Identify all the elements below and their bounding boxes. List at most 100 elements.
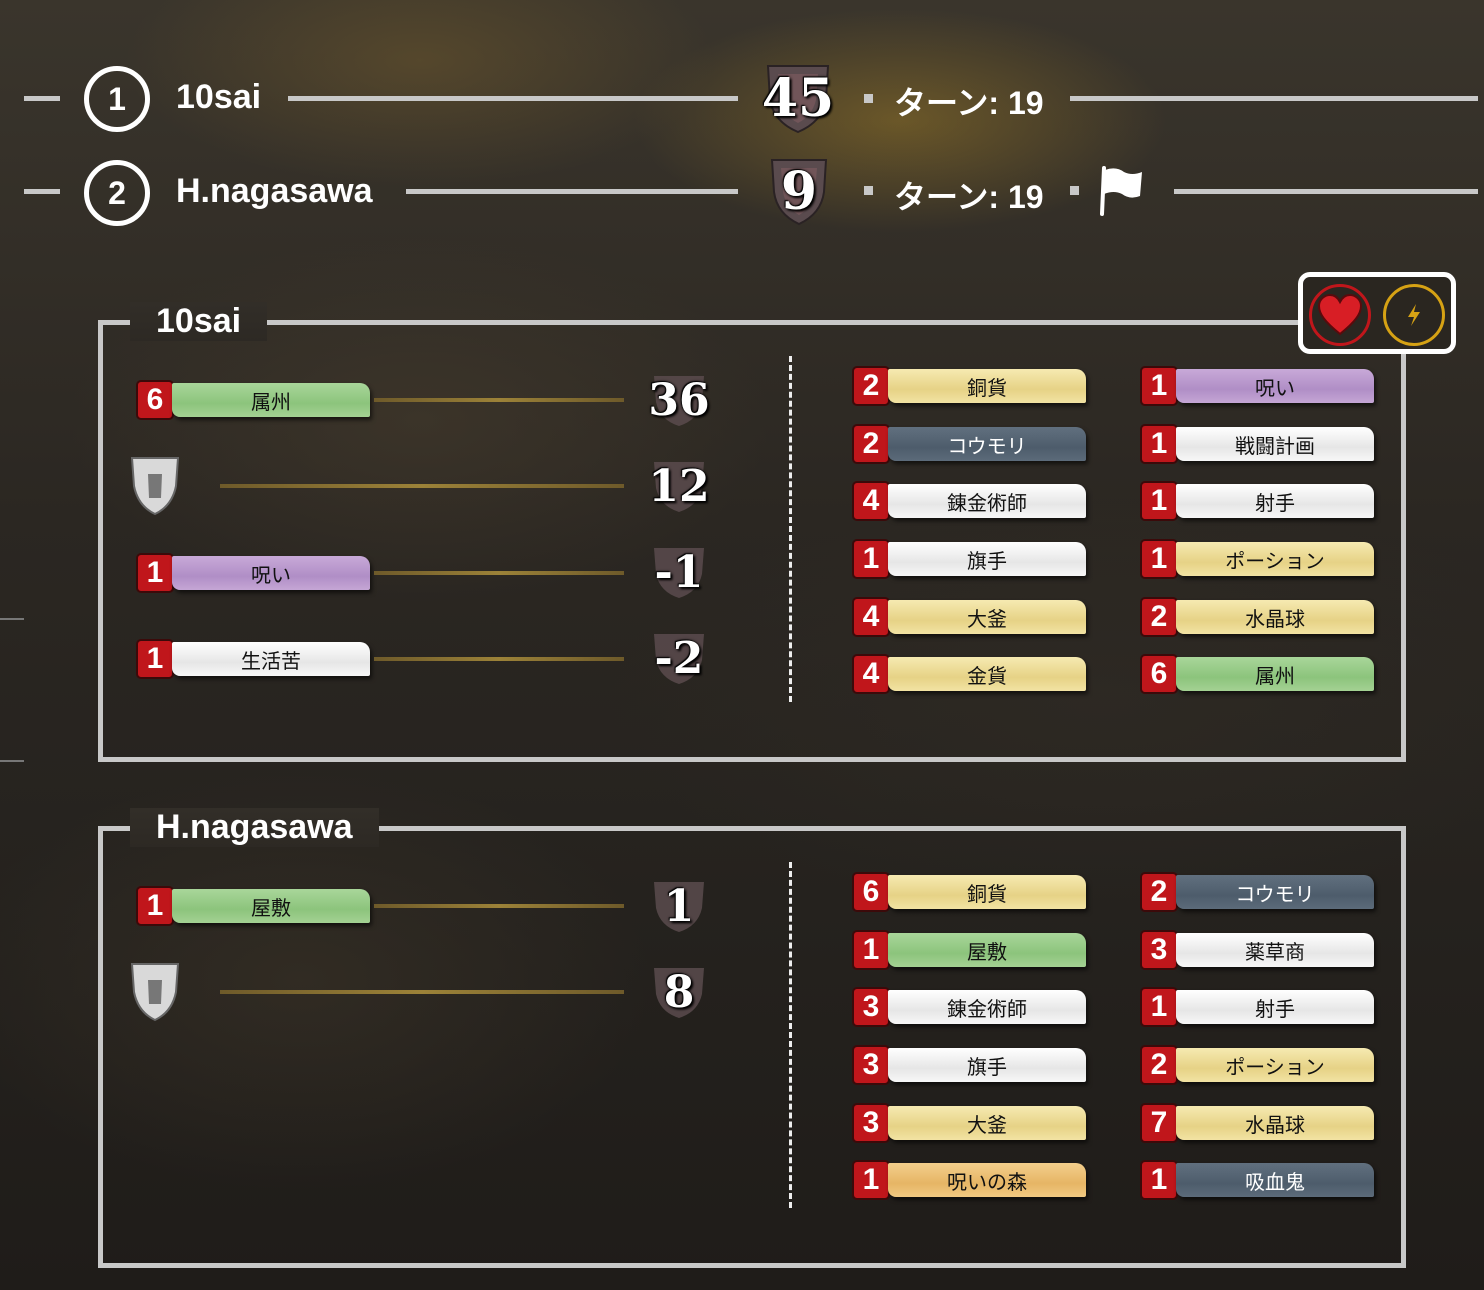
card-name: 旗手 xyxy=(888,1048,1086,1082)
card-name: 大釜 xyxy=(888,1106,1086,1140)
card-count: 1 xyxy=(1140,987,1178,1027)
card-chip: 2 コウモリ xyxy=(852,424,1088,464)
card-chip: 3 大釜 xyxy=(852,1103,1088,1143)
edge-tick xyxy=(0,760,24,762)
victory-point-shield-icon xyxy=(128,454,182,518)
player-name: H.nagasawa xyxy=(176,172,373,210)
white-flag-icon xyxy=(1100,166,1146,216)
card-name: 吸血鬼 xyxy=(1176,1163,1374,1197)
card-count: 7 xyxy=(1140,1103,1178,1143)
breakdown-line xyxy=(374,657,624,661)
panel-divider xyxy=(789,356,792,702)
card-chip: 1 ポーション xyxy=(1140,539,1376,579)
points-value: 8 xyxy=(663,966,695,1018)
card-chip: 6 属州 xyxy=(136,380,372,420)
rank-badge: 2 xyxy=(84,160,150,226)
card-chip: 2 ポーション xyxy=(1140,1045,1376,1085)
card-count: 1 xyxy=(1140,366,1178,406)
row-line xyxy=(24,96,60,101)
card-chip: 1 屋敷 xyxy=(136,886,372,926)
points-value: 1 xyxy=(663,880,695,932)
lightning-icon xyxy=(1408,304,1420,326)
breakdown-line xyxy=(220,484,624,488)
card-name: 錬金術師 xyxy=(888,990,1086,1024)
card-count: 1 xyxy=(136,639,174,679)
points-shield: 1 xyxy=(646,876,712,936)
card-chip: 1 旗手 xyxy=(852,539,1088,579)
card-chip: 1 射手 xyxy=(1140,481,1376,521)
breakdown-line xyxy=(374,571,624,575)
card-chip: 4 大釜 xyxy=(852,597,1088,637)
card-chip: 1 呪いの森 xyxy=(852,1160,1088,1200)
card-name: 属州 xyxy=(1176,657,1374,691)
card-name: 旗手 xyxy=(888,542,1086,576)
score-value: 9 xyxy=(780,160,818,222)
heart-toggle-button[interactable] xyxy=(1309,284,1371,346)
card-count: 3 xyxy=(852,987,890,1027)
row-line xyxy=(288,96,738,101)
card-count: 6 xyxy=(1140,654,1178,694)
panel-divider xyxy=(789,862,792,1208)
card-chip: 6 属州 xyxy=(1140,654,1376,694)
card-name: 金貨 xyxy=(888,657,1086,691)
card-chip: 1 射手 xyxy=(1140,987,1376,1027)
card-chip: 2 銅貨 xyxy=(852,366,1088,406)
card-count: 4 xyxy=(852,481,890,521)
turn-count: ターン: 19 xyxy=(894,179,1044,215)
card-name: 水晶球 xyxy=(1176,1106,1374,1140)
card-name: 呪い xyxy=(1176,369,1374,403)
card-count: 2 xyxy=(1140,872,1178,912)
card-chip: 1 吸血鬼 xyxy=(1140,1160,1376,1200)
card-name: 呪いの森 xyxy=(888,1163,1086,1197)
card-count: 3 xyxy=(852,1045,890,1085)
card-name: 銅貨 xyxy=(888,369,1086,403)
card-count: 1 xyxy=(136,553,174,593)
card-name: 生活苦 xyxy=(172,642,370,676)
card-name: 属州 xyxy=(172,383,370,417)
card-count: 3 xyxy=(1140,930,1178,970)
view-toggle-group xyxy=(1298,272,1456,354)
card-chip: 1 呪い xyxy=(136,553,372,593)
row-line xyxy=(1174,189,1478,194)
card-chip: 1 屋敷 xyxy=(852,930,1088,970)
points-shield: -1 xyxy=(646,542,712,602)
card-count: 1 xyxy=(852,1160,890,1200)
card-chip: 4 金貨 xyxy=(852,654,1088,694)
score-shield: 45 xyxy=(762,60,834,136)
card-count: 6 xyxy=(136,380,174,420)
lightning-toggle-button[interactable] xyxy=(1383,284,1445,346)
card-name: 大釜 xyxy=(888,600,1086,634)
card-chip: 1 呪い xyxy=(1140,366,1376,406)
card-count: 1 xyxy=(1140,539,1178,579)
card-count: 4 xyxy=(852,597,890,637)
row-line xyxy=(1070,96,1478,101)
card-chip: 3 薬草商 xyxy=(1140,930,1376,970)
card-count: 1 xyxy=(1140,1160,1178,1200)
breakdown-line xyxy=(374,904,624,908)
card-name: 戦闘計画 xyxy=(1176,427,1374,461)
card-name: 屋敷 xyxy=(888,933,1086,967)
points-value: -2 xyxy=(654,632,704,684)
points-value: 36 xyxy=(648,374,710,426)
player-name: 10sai xyxy=(176,78,262,116)
points-shield: 12 xyxy=(646,456,712,516)
card-count: 6 xyxy=(852,872,890,912)
points-shield: 36 xyxy=(646,370,712,430)
card-name: 銅貨 xyxy=(888,875,1086,909)
card-count: 2 xyxy=(1140,597,1178,637)
card-count: 1 xyxy=(1140,424,1178,464)
victory-point-shield-icon xyxy=(128,960,182,1024)
score-value: 45 xyxy=(761,67,835,129)
points-shield: 8 xyxy=(646,962,712,1022)
card-count: 1 xyxy=(852,539,890,579)
card-chip: 3 旗手 xyxy=(852,1045,1088,1085)
row-line xyxy=(406,189,738,194)
breakdown-line xyxy=(220,990,624,994)
card-chip: 2 コウモリ xyxy=(1140,872,1376,912)
card-chip: 2 水晶球 xyxy=(1140,597,1376,637)
bullet xyxy=(864,186,873,195)
card-count: 1 xyxy=(136,886,174,926)
card-name: 射手 xyxy=(1176,484,1374,518)
card-count: 2 xyxy=(852,424,890,464)
card-chip: 1 戦闘計画 xyxy=(1140,424,1376,464)
